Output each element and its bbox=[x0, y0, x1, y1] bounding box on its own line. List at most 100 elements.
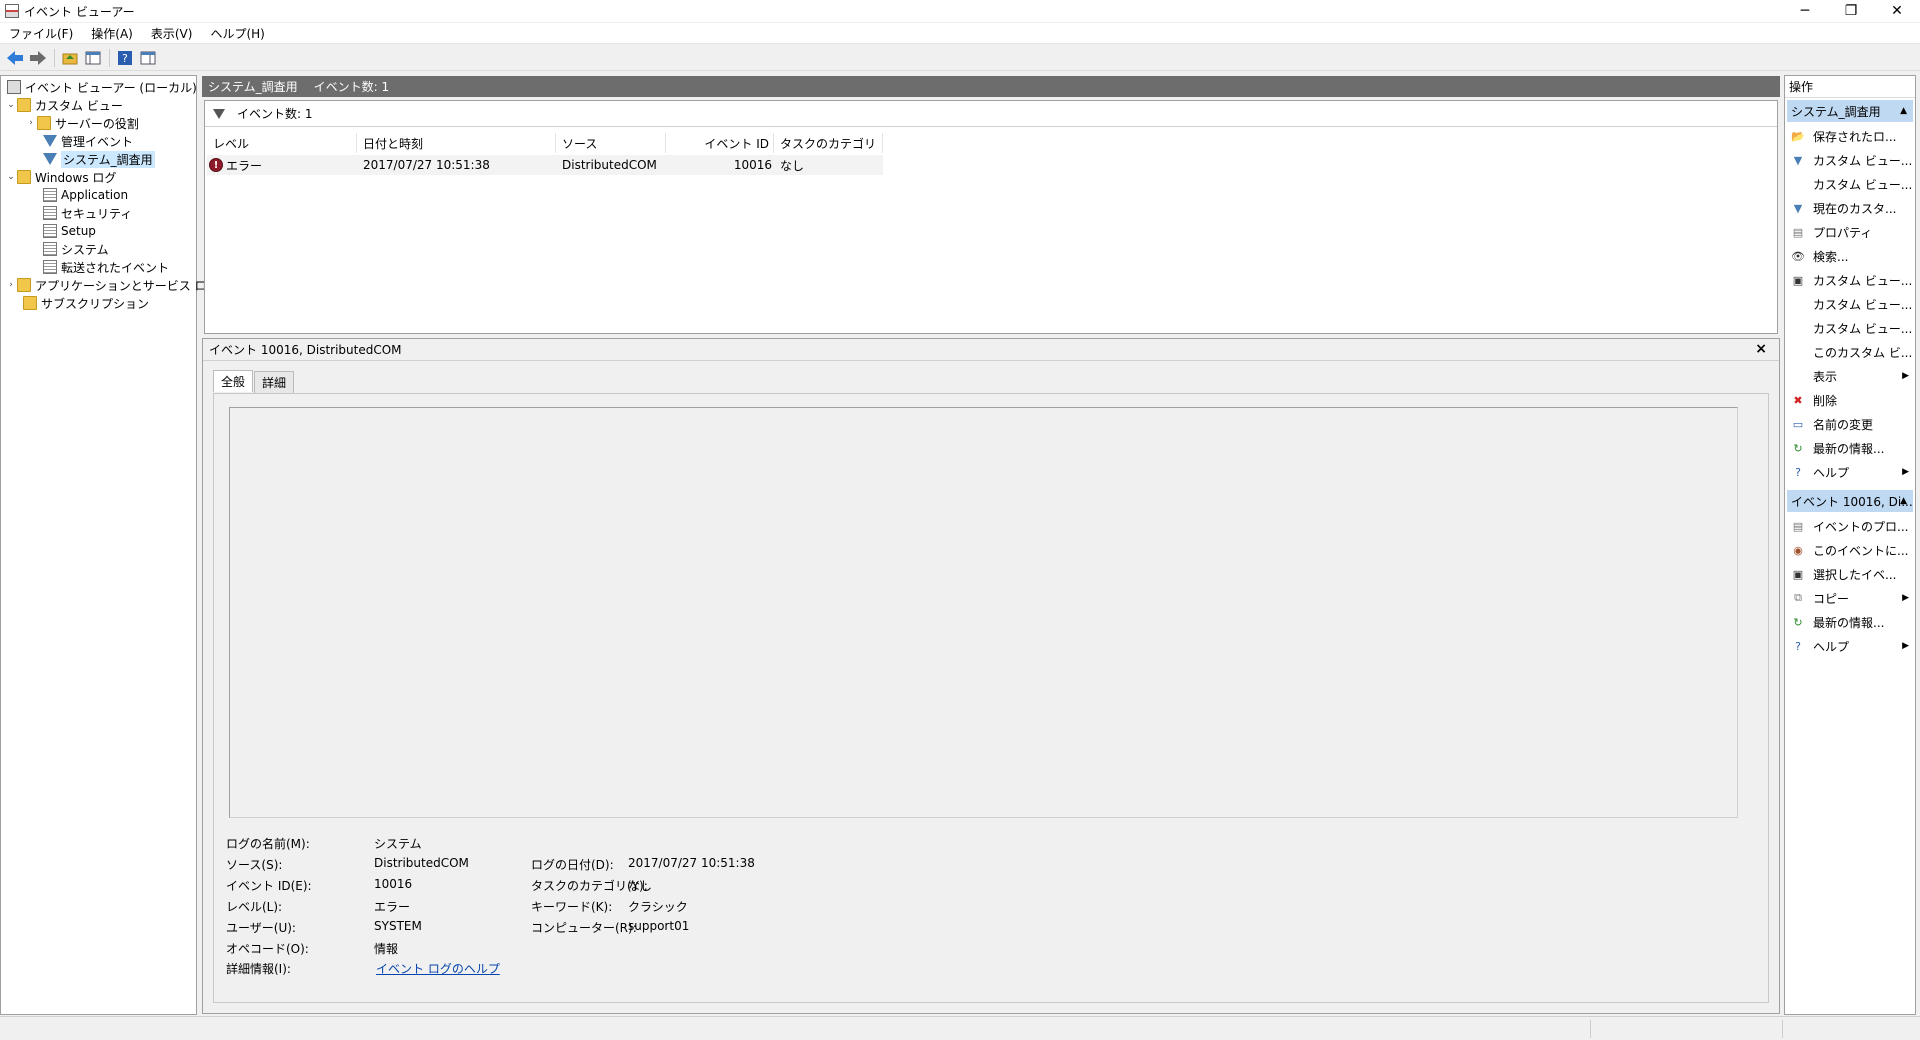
action-item[interactable]: ▣ カスタム ビュー... bbox=[1785, 268, 1915, 292]
console-tree: イベント ビューアー (ローカル) ⌄ カスタム ビュー › サーバーの役割 管… bbox=[0, 75, 219, 1015]
prop-event-id-label: イベント ID(E): bbox=[226, 879, 312, 893]
action-item[interactable]: 👁 検索... bbox=[1785, 244, 1915, 268]
action-item[interactable]: ▼ 現在のカスタ... bbox=[1785, 196, 1915, 220]
folder-icon bbox=[17, 170, 31, 184]
tree-item-label: Windows ログ bbox=[35, 170, 117, 185]
action-item[interactable]: ? ヘルプ ▶ bbox=[1785, 460, 1915, 484]
action-item[interactable]: ▼ カスタム ビュー... bbox=[1785, 148, 1915, 172]
action-item[interactable]: ? ヘルプ ▶ bbox=[1785, 634, 1915, 658]
minimize-button[interactable]: ─ bbox=[1782, 0, 1828, 22]
folder-up-icon bbox=[62, 53, 78, 64]
task-icon: ◉ bbox=[1793, 543, 1803, 557]
event-viewer-icon bbox=[7, 80, 21, 94]
tree-item-system-investigation[interactable]: システム_調査用 bbox=[43, 150, 155, 168]
action-item-label: ヘルプ bbox=[1813, 639, 1850, 654]
cell-level-text: エラー bbox=[226, 158, 263, 173]
toolbar: ? bbox=[0, 45, 1920, 71]
action-item[interactable]: ◉ このイベントに... bbox=[1785, 538, 1915, 562]
filter-icon bbox=[43, 153, 57, 165]
chevron-down-icon[interactable]: ⌄ bbox=[5, 172, 17, 182]
prop-source-label: ソース(S): bbox=[226, 858, 283, 872]
tree-item-setup[interactable]: Setup bbox=[43, 222, 96, 240]
action-item[interactable]: カスタム ビュー... bbox=[1785, 172, 1915, 196]
folder-icon bbox=[17, 98, 31, 112]
tree-item-forwarded-events[interactable]: 転送されたイベント bbox=[43, 258, 169, 276]
action-item[interactable]: ▣ 選択したイベ... bbox=[1785, 562, 1915, 586]
tree-item-app-service-logs[interactable]: › アプリケーションとサービス ログ bbox=[5, 276, 219, 294]
action-item[interactable]: ✖ 削除 bbox=[1785, 388, 1915, 412]
action-item[interactable]: このカスタム ビ... bbox=[1785, 340, 1915, 364]
action-item[interactable]: ▤ プロパティ bbox=[1785, 220, 1915, 244]
column-header-level[interactable]: レベル bbox=[207, 133, 357, 153]
tree-item-application[interactable]: Application bbox=[43, 186, 128, 204]
column-header-datetime[interactable]: 日付と時刻 bbox=[357, 133, 556, 153]
action-item[interactable]: 📂 保存されたロ... bbox=[1785, 124, 1915, 148]
chevron-right-icon[interactable]: › bbox=[5, 280, 17, 290]
column-header-task-category[interactable]: タスクのカテゴリ bbox=[774, 133, 883, 153]
action-item[interactable]: ↻ 最新の情報... bbox=[1785, 436, 1915, 460]
prop-keywords-label: キーワード(K): bbox=[531, 900, 613, 914]
column-header-source[interactable]: ソース bbox=[556, 133, 666, 153]
tree-item-root[interactable]: イベント ビューアー (ローカル) bbox=[7, 78, 197, 96]
chevron-right-icon[interactable]: › bbox=[25, 118, 37, 128]
tree-item-windows-logs[interactable]: ⌄ Windows ログ bbox=[5, 168, 116, 186]
menu-help[interactable]: ヘルプ(H) bbox=[201, 25, 273, 42]
submenu-arrow-icon: ▶ bbox=[1902, 641, 1909, 651]
menu-action[interactable]: 操作(A) bbox=[82, 25, 142, 42]
actions-section-event[interactable]: イベント 10016, Di... ▲ bbox=[1787, 490, 1913, 512]
prop-log-name-label: ログの名前(M): bbox=[226, 837, 310, 851]
prop-more-info-label: 詳細情報(I): bbox=[226, 962, 291, 976]
forward-button[interactable] bbox=[27, 47, 49, 69]
filter-icon bbox=[43, 135, 57, 147]
tree-item-server-roles[interactable]: › サーバーの役割 bbox=[25, 114, 139, 132]
help-icon: ? bbox=[1795, 639, 1801, 653]
prop-computer-label: コンピューター(R): bbox=[531, 921, 637, 935]
rename-icon: ▭ bbox=[1792, 417, 1804, 431]
tree-item-system[interactable]: システム bbox=[43, 240, 109, 258]
table-row[interactable]: ! エラー 2017/07/27 10:51:38 DistributedCOM… bbox=[207, 155, 883, 175]
action-item-label: カスタム ビュー... bbox=[1813, 153, 1913, 168]
action-item-label: 保存されたロ... bbox=[1813, 129, 1897, 144]
tree-item-admin-events[interactable]: 管理イベント bbox=[43, 132, 133, 150]
tab-details[interactable]: 詳細 bbox=[254, 371, 295, 393]
view-event-count: イベント数: 1 bbox=[313, 80, 390, 94]
tree-item-subscriptions[interactable]: サブスクリプション bbox=[23, 294, 149, 312]
menu-view[interactable]: 表示(V) bbox=[142, 25, 202, 42]
detail-header: イベント 10016, DistributedCOM × bbox=[203, 339, 1779, 361]
up-folder-button[interactable] bbox=[59, 47, 81, 69]
menu-file[interactable]: ファイル(F) bbox=[0, 25, 82, 42]
prop-keywords-value: クラシック bbox=[628, 900, 688, 914]
tree-item-custom-views[interactable]: ⌄ カスタム ビュー bbox=[5, 96, 123, 114]
window-title: イベント ビューアー bbox=[24, 4, 135, 19]
tree-item-security[interactable]: セキュリティ bbox=[43, 204, 132, 222]
action-item[interactable]: 表示 ▶ bbox=[1785, 364, 1915, 388]
action-item[interactable]: カスタム ビュー... bbox=[1785, 316, 1915, 340]
filter-bar: イベント数: 1 bbox=[205, 101, 1777, 127]
filter-icon: ▼ bbox=[1793, 153, 1803, 167]
actions-section-view[interactable]: システム_調査用 ▲ bbox=[1787, 100, 1913, 122]
restore-button[interactable]: ❐ bbox=[1828, 0, 1874, 22]
column-header-event-id[interactable]: イベント ID bbox=[666, 133, 774, 153]
description-box[interactable] bbox=[229, 407, 1738, 818]
save-icon: ▣ bbox=[1792, 273, 1804, 287]
close-icon[interactable]: × bbox=[1755, 341, 1767, 357]
back-button[interactable] bbox=[4, 47, 26, 69]
show-hide-tree-button[interactable] bbox=[82, 47, 104, 69]
close-button[interactable]: ✕ bbox=[1874, 0, 1920, 22]
cell-datetime: 2017/07/27 10:51:38 bbox=[363, 158, 490, 172]
show-hide-action-pane-button[interactable] bbox=[137, 47, 159, 69]
action-item[interactable]: ⧉ コピー ▶ bbox=[1785, 586, 1915, 610]
view-header: システム_調査用 イベント数: 1 bbox=[202, 76, 1780, 97]
action-item[interactable]: ▤ イベントのプロ... bbox=[1785, 514, 1915, 538]
event-log-help-link[interactable]: イベント ログのヘルプ bbox=[376, 960, 500, 977]
refresh-icon: ↻ bbox=[1793, 615, 1803, 629]
action-item[interactable]: カスタム ビュー... bbox=[1785, 292, 1915, 316]
help-icon: ? bbox=[1795, 465, 1801, 479]
chevron-down-icon[interactable]: ⌄ bbox=[5, 100, 17, 110]
tab-general[interactable]: 全般 bbox=[213, 370, 254, 392]
action-item[interactable]: ↻ 最新の情報... bbox=[1785, 610, 1915, 634]
tree-item-label: カスタム ビュー bbox=[35, 98, 123, 113]
help-button[interactable]: ? bbox=[114, 47, 136, 69]
prop-level-value: エラー bbox=[374, 900, 411, 914]
action-item[interactable]: ▭ 名前の変更 bbox=[1785, 412, 1915, 436]
